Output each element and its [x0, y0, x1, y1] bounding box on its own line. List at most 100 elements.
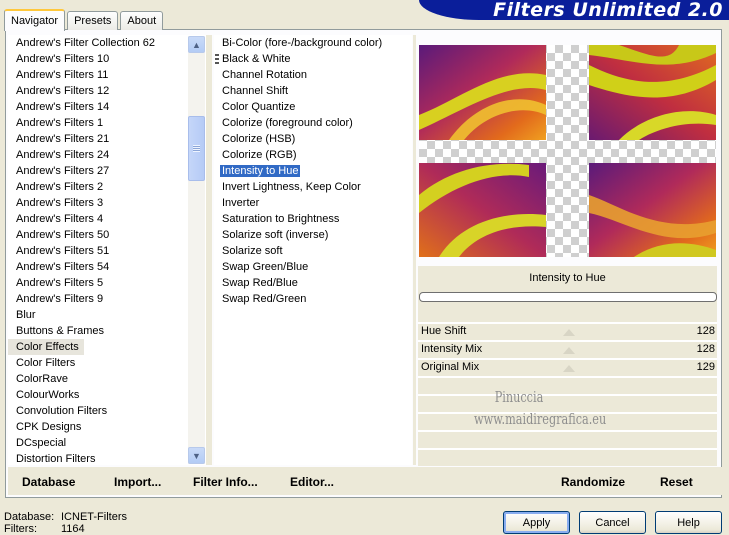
list-item[interactable]: Andrew's Filters 2	[8, 179, 206, 195]
list-item-label: Intensity to Hue	[220, 165, 301, 177]
list-item-label: Swap Red/Blue	[222, 277, 298, 289]
list-item[interactable]: Solarize soft	[214, 243, 412, 259]
filter-info-button[interactable]: Filter Info...	[193, 475, 258, 489]
list-item[interactable]: Andrew's Filters 51	[8, 243, 206, 259]
status-label: Database:	[4, 511, 55, 523]
list-item[interactable]: Andrew's Filters 9	[8, 291, 206, 307]
list-item[interactable]: Andrew's Filters 3	[8, 195, 206, 211]
list-item[interactable]: Color Effects	[8, 339, 84, 355]
apply-button[interactable]: Apply	[503, 511, 570, 534]
watermark-name: Pinuccia	[494, 388, 544, 406]
list-item[interactable]: Swap Green/Blue	[214, 259, 412, 275]
status-value: ICNET-Filters	[61, 511, 127, 523]
list-item[interactable]: Andrew's Filters 12	[8, 83, 206, 99]
list-item[interactable]: Distortion Filters	[8, 451, 206, 465]
list-item[interactable]: Buttons & Frames	[8, 323, 206, 339]
list-item[interactable]: Invert Lightness, Keep Color	[214, 179, 412, 195]
app-title-banner: Filters Unlimited 2.0	[419, 0, 729, 20]
preview-image	[419, 45, 716, 257]
list-item-label: Channel Rotation	[222, 69, 308, 81]
param-label: Intensity Mix	[421, 343, 483, 355]
status-label: Filters:	[4, 523, 37, 535]
list-item[interactable]: Andrew's Filters 5	[8, 275, 206, 291]
tab-presets[interactable]: Presets	[67, 11, 119, 30]
list-item[interactable]: Andrew's Filters 27	[8, 163, 206, 179]
list-item-label: Saturation to Brightness	[222, 213, 340, 225]
list-item[interactable]: Colorize (foreground color)	[214, 115, 412, 131]
param-value: 128	[696, 325, 715, 337]
list-item-label: Channel Shift	[222, 85, 289, 97]
list-item[interactable]: Andrew's Filters 1	[8, 115, 206, 131]
list-item[interactable]: Convolution Filters	[8, 403, 206, 419]
status-database: Database: ICNET-Filters	[4, 511, 127, 523]
divider	[418, 394, 717, 396]
status-value: 1164	[61, 523, 85, 535]
list-item-label: Bi-Color (fore-/background color)	[222, 37, 383, 49]
list-item-label: Swap Green/Blue	[222, 261, 309, 273]
editor-button[interactable]: Editor...	[290, 475, 334, 489]
help-button[interactable]: Help	[655, 511, 722, 534]
list-item[interactable]: Colorize (HSB)	[214, 131, 412, 147]
filter-title: Intensity to Hue	[529, 272, 606, 284]
tab-navigator[interactable]: Navigator	[4, 9, 66, 31]
slider-thumb[interactable]	[563, 347, 575, 354]
category-list[interactable]: Andrew's Filter Collection 62 Andrew's Fi…	[8, 35, 206, 465]
list-item[interactable]: CPK Designs	[8, 419, 206, 435]
list-item[interactable]: Andrew's Filters 11	[8, 67, 206, 83]
filter-list[interactable]: Bi-Color (fore-/background color) Black &…	[214, 35, 412, 465]
list-item[interactable]: ColorRave	[8, 371, 206, 387]
list-item[interactable]: Andrew's Filters 54	[8, 259, 206, 275]
list-item[interactable]: Andrew's Filters 24	[8, 147, 206, 163]
list-item[interactable]: Inverter	[214, 195, 412, 211]
list-item[interactable]: DCspecial	[8, 435, 206, 451]
list-item[interactable]: Channel Shift	[214, 83, 412, 99]
import-button[interactable]: Import...	[114, 475, 161, 489]
scroll-down-button[interactable]: ▼	[188, 447, 205, 464]
list-item[interactable]: ColourWorks	[8, 387, 206, 403]
tab-bar: Navigator Presets About	[4, 8, 165, 31]
list-item[interactable]: Blur	[8, 307, 206, 323]
watermark-url: www.maidiregrafica.eu	[474, 410, 607, 428]
tab-about[interactable]: About	[120, 11, 164, 30]
list-item[interactable]: Solarize soft (inverse)	[214, 227, 412, 243]
database-button[interactable]: Database	[22, 475, 75, 489]
list-item[interactable]: Color Quantize	[214, 99, 412, 115]
scroll-thumb[interactable]	[188, 116, 205, 181]
category-scrollbar[interactable]: ▲ ▼	[188, 36, 205, 464]
list-item[interactable]: Bi-Color (fore-/background color)	[214, 35, 412, 51]
list-item-label: Inverter	[222, 197, 260, 209]
divider	[418, 448, 717, 450]
list-item[interactable]: Black & White	[214, 51, 412, 67]
chevron-down-icon: ▼	[192, 450, 201, 461]
list-splitter[interactable]	[206, 35, 212, 465]
list-item[interactable]: Swap Red/Blue	[214, 275, 412, 291]
progress-bar	[419, 292, 717, 302]
list-item[interactable]: Andrew's Filters 4	[8, 211, 206, 227]
list-item[interactable]: Andrew's Filters 14	[8, 99, 206, 115]
list-item[interactable]: Andrew's Filters 10	[8, 51, 206, 67]
list-item[interactable]: Colorize (RGB)	[214, 147, 412, 163]
param-intensity-mix[interactable]: Intensity Mix 128	[418, 341, 717, 359]
list-item[interactable]: Saturation to Brightness	[214, 211, 412, 227]
reset-button[interactable]: Reset	[660, 475, 693, 489]
list-item[interactable]: Color Filters	[8, 355, 206, 371]
randomize-button[interactable]: Randomize	[561, 475, 625, 489]
status-filters: Filters: 1164	[4, 523, 85, 535]
param-original-mix[interactable]: Original Mix 129	[418, 359, 717, 377]
list-item[interactable]: Andrew's Filter Collection 62	[8, 35, 206, 51]
cancel-button[interactable]: Cancel	[579, 511, 646, 534]
list-item[interactable]: Intensity to Hue	[214, 163, 412, 179]
list-item[interactable]: Swap Red/Green	[214, 291, 412, 307]
param-label: Original Mix	[421, 361, 480, 373]
grip-icon	[215, 54, 219, 64]
param-value: 128	[696, 343, 715, 355]
slider-thumb[interactable]	[563, 329, 575, 336]
list-item-label: Color Quantize	[222, 101, 296, 113]
param-hue-shift[interactable]: Hue Shift 128	[418, 323, 717, 341]
slider-thumb[interactable]	[563, 365, 575, 372]
list-item[interactable]: Channel Rotation	[214, 67, 412, 83]
scroll-up-button[interactable]: ▲	[188, 36, 205, 53]
list-item[interactable]: Andrew's Filters 50	[8, 227, 206, 243]
list-item[interactable]: Andrew's Filters 21	[8, 131, 206, 147]
divider	[418, 430, 717, 432]
